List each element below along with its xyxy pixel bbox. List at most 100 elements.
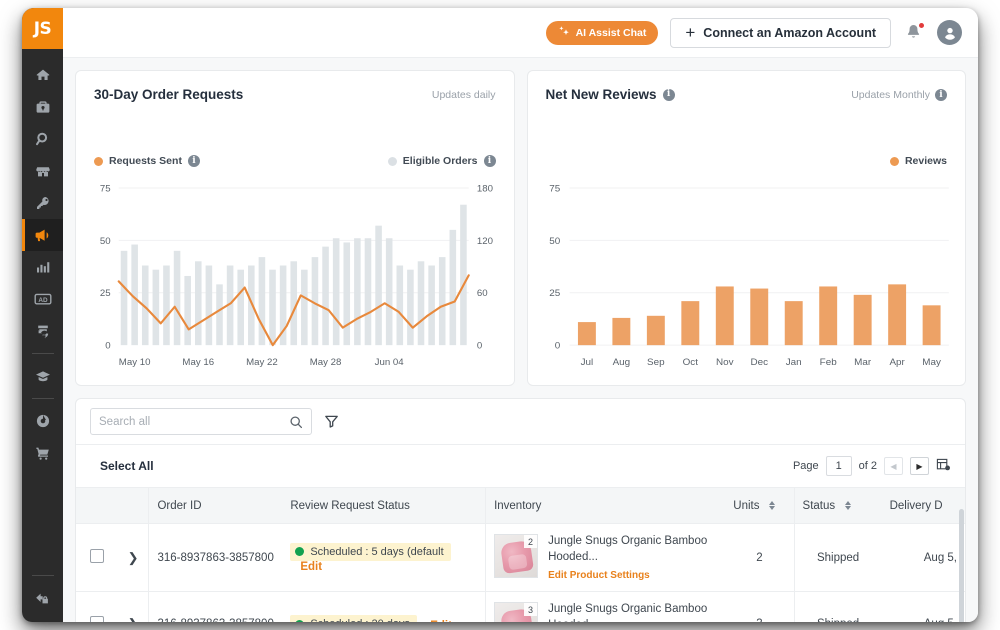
sidebar-item-home[interactable] [22, 59, 63, 91]
app-logo[interactable]: JS [22, 8, 63, 49]
edit-link[interactable]: Edit [430, 620, 452, 622]
chevron-right-icon[interactable]: ❯ [128, 550, 139, 565]
page-total-label: of 2 [858, 460, 877, 472]
table-toolbar: Select All Page of 2 ◀ ▶ [76, 445, 965, 487]
cell-delivery-date: Aug 5, [881, 591, 965, 622]
green-dot-icon [295, 619, 305, 622]
svg-text:May 22: May 22 [246, 357, 278, 368]
search-icon [35, 131, 51, 147]
cell-inventory: 2 Jungle Snugs Organic Bamboo Hooded... … [485, 523, 726, 593]
svg-text:50: 50 [100, 236, 111, 247]
page-number-input[interactable] [825, 456, 852, 476]
ai-assist-chat-button[interactable]: AI Assist Chat [545, 20, 659, 45]
bell-icon [903, 24, 924, 47]
svg-text:May 16: May 16 [182, 357, 214, 368]
card-header: Net New Reviews i Updates Monthly i [546, 87, 947, 102]
th-inventory[interactable]: Inventory [485, 487, 726, 524]
cell-order-id: 316-8937863-3857800 [148, 523, 283, 593]
svg-text:50: 50 [549, 236, 560, 247]
column-settings-button[interactable] [936, 457, 951, 475]
orders-table: Order ID Review Request Status Inventory… [76, 487, 965, 622]
table-row[interactable]: ❯ 316-8937863-3857800 Scheduled : 20 day… [76, 591, 965, 622]
svg-text:75: 75 [100, 184, 111, 195]
sidebar-item-opportunity-finder[interactable] [22, 123, 63, 155]
sidebar-collapse-button[interactable] [22, 582, 63, 614]
connect-amazon-account-button[interactable]: + Connect an Amazon Account [670, 17, 891, 48]
prev-page-button[interactable]: ◀ [884, 457, 903, 475]
sidebar-item-sales-estimator[interactable] [22, 437, 63, 469]
sidebar-item-inventory-manager[interactable] [22, 315, 63, 347]
svg-text:0: 0 [105, 341, 110, 352]
sidebar-bottom [22, 569, 63, 614]
cell-order-id: 316-8937863-3857800 [148, 591, 283, 622]
avatar[interactable] [937, 20, 962, 45]
svg-text:Jun 04: Jun 04 [375, 357, 405, 368]
sidebar-item-advertising[interactable]: AD [22, 283, 63, 315]
select-all-label[interactable]: Select All [100, 459, 154, 473]
legend-label-reviews: Reviews [904, 155, 947, 167]
sidebar-item-analytics[interactable] [22, 251, 63, 283]
svg-text:May 28: May 28 [310, 357, 342, 368]
collapse-lock-icon [34, 591, 51, 606]
svg-text:180: 180 [477, 184, 493, 195]
svg-text:Aug: Aug [612, 357, 630, 368]
connect-amazon-account-label: Connect an Amazon Account [703, 25, 876, 40]
chart-legend: Reviews [546, 155, 947, 167]
status-badge: Scheduled : 5 days (default [290, 542, 451, 561]
product-name: Jungle Snugs Organic Bamboo Hooded... [548, 603, 708, 622]
sort-icon[interactable] [769, 501, 776, 510]
th-review-request-status[interactable]: Review Request Status [282, 487, 486, 524]
sidebar-item-rank-tracker[interactable] [22, 187, 63, 219]
th-delivery-date[interactable]: Delivery D [881, 487, 965, 524]
th-status[interactable]: Status [793, 487, 882, 524]
th-units[interactable]: Units [725, 487, 795, 524]
card-meta: Updates daily [432, 87, 496, 101]
sidebar-item-academy[interactable] [22, 360, 63, 392]
orders-table-card: Select All Page of 2 ◀ ▶ [75, 398, 966, 622]
cell-review-request-status: Scheduled : 5 days (default Edit [282, 523, 486, 593]
table-vertical-scrollbar[interactable] [959, 509, 964, 622]
row-checkbox[interactable] [89, 549, 104, 564]
filter-button[interactable] [324, 414, 339, 429]
th-order-id[interactable]: Order ID [148, 487, 283, 524]
svg-text:Dec: Dec [750, 357, 768, 368]
search-input[interactable] [99, 415, 289, 428]
sidebar-item-product-database[interactable] [22, 91, 63, 123]
sidebar-item-keyword-scout[interactable] [22, 155, 63, 187]
th-label: Order ID [157, 499, 202, 512]
pagination: Page of 2 ◀ ▶ [793, 456, 951, 476]
row-checkbox[interactable] [89, 615, 104, 622]
next-page-button[interactable]: ▶ [910, 457, 929, 475]
table-row[interactable]: ❯ 316-8937863-3857800 Scheduled : 5 days… [76, 523, 965, 593]
green-dot-icon [295, 547, 305, 557]
svg-text:25: 25 [549, 288, 560, 299]
sidebar-divider-2 [31, 398, 54, 399]
info-icon-updates-monthly[interactable]: i [935, 89, 947, 101]
legend-dot-requests-sent [94, 156, 103, 166]
edit-product-settings-link[interactable]: Edit Product Settings [548, 570, 717, 581]
screen: JS AD AI Assist Chat + Connect an Amazon… [0, 0, 1000, 630]
sidebar-item-chrome-extension[interactable] [22, 405, 63, 437]
info-icon-net-new-reviews[interactable]: i [662, 88, 675, 101]
search-bar [76, 399, 965, 445]
search-box[interactable] [90, 408, 312, 435]
sparkle-icon [558, 25, 570, 40]
inventory-refresh-icon [35, 323, 51, 339]
product-name: Jungle Snugs Organic Bamboo Hooded... [548, 535, 708, 563]
chevron-right-icon[interactable]: ❯ [128, 616, 139, 622]
notifications-button[interactable] [903, 21, 925, 47]
sidebar-item-review-automation[interactable] [22, 219, 63, 251]
svg-text:Mar: Mar [854, 357, 872, 368]
status-badge-label: Scheduled : 5 days (default [310, 545, 444, 558]
svg-text:Jan: Jan [785, 357, 801, 368]
sidebar-nav: AD [22, 49, 63, 469]
edit-link[interactable]: Edit [300, 561, 322, 573]
sort-icon[interactable] [845, 501, 852, 510]
card-header: 30-Day Order Requests Updates daily [94, 87, 496, 102]
cell-delivery-date: Aug 5, [881, 523, 965, 593]
info-icon-requests-sent[interactable]: i [187, 155, 200, 167]
sidebar-divider-3 [31, 575, 54, 576]
info-icon-eligible-orders[interactable]: i [483, 155, 496, 167]
product-thumbnail: 2 [494, 534, 539, 578]
plus-icon: + [685, 23, 696, 42]
